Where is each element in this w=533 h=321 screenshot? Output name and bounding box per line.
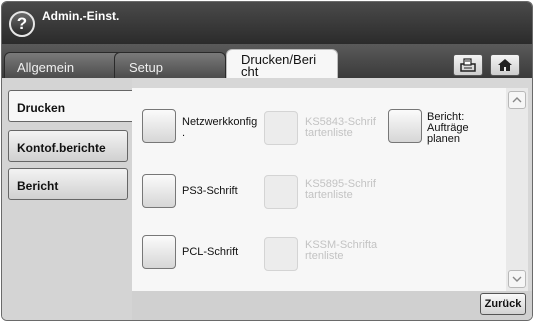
kssm-schriftartenliste-label: KSSM-Schrifta rtenliste: [305, 239, 378, 262]
bottom-bar: Zurück: [132, 291, 532, 320]
pcl-schrift-button[interactable]: [142, 235, 176, 269]
tab-allgemein[interactable]: Allgemein: [4, 52, 124, 78]
tab-label-line2: cht: [241, 64, 259, 79]
ks5843-schriftartenliste-label: KS5843-Schrif tartenliste: [305, 116, 376, 139]
pcl-schrift-label: PCL-Schrift: [182, 246, 239, 258]
ks5895-schriftartenliste-button: [264, 175, 298, 209]
scrollbar[interactable]: [506, 88, 528, 291]
ps3-schrift-button[interactable]: [142, 174, 176, 208]
title-bar: ? Admin.-Einst.: [2, 2, 532, 44]
back-button[interactable]: Zurück: [480, 293, 526, 315]
netzwerkkonfig-label: Netzwerkkonfig.: [182, 116, 258, 139]
main-area: Drucken Kontof.berichte Bericht Netzwerk…: [2, 78, 532, 320]
fax-button[interactable]: [453, 54, 483, 76]
scroll-down-button[interactable]: [508, 270, 526, 288]
ks5843-schriftartenliste-button: [264, 111, 298, 145]
options-panel: Netzwerkkonfig. PS3-Schrift PCL-Schrift …: [132, 88, 506, 291]
ps3-schrift-label: PS3-Schrift: [182, 185, 238, 197]
sidebar-item-bericht[interactable]: Bericht: [8, 168, 128, 200]
ks5895-schriftartenliste-label: KS5895-Schrif tartenliste: [305, 178, 376, 201]
page-title: Admin.-Einst.: [42, 9, 120, 23]
chevron-down-icon: [512, 276, 522, 282]
app-window: ? Admin.-Einst. Allgemein Setup Drucken/…: [1, 1, 533, 321]
tab-bar: Allgemein Setup Drucken/Beri cht: [2, 44, 532, 78]
tab-drucken-bericht[interactable]: Drucken/Beri cht: [226, 49, 338, 78]
sidebar-item-drucken[interactable]: Drucken: [8, 90, 132, 122]
fax-icon: [460, 58, 476, 72]
netzwerkkonfig-button[interactable]: [142, 109, 176, 143]
chevron-up-icon: [512, 97, 522, 103]
home-button[interactable]: [490, 54, 520, 76]
bericht-auftraege-planen-button[interactable]: [388, 109, 422, 143]
bericht-auftraege-planen-label: Bericht: Aufträge planen: [427, 111, 469, 145]
sidebar-item-kontof-berichte[interactable]: Kontof.berichte: [8, 130, 128, 162]
home-icon: [498, 59, 512, 71]
help-icon[interactable]: ?: [9, 11, 35, 37]
scroll-up-button[interactable]: [508, 91, 526, 109]
sidebar: Drucken Kontof.berichte Bericht: [2, 78, 132, 320]
tab-setup[interactable]: Setup: [114, 52, 226, 78]
kssm-schriftartenliste-button: [264, 237, 298, 271]
